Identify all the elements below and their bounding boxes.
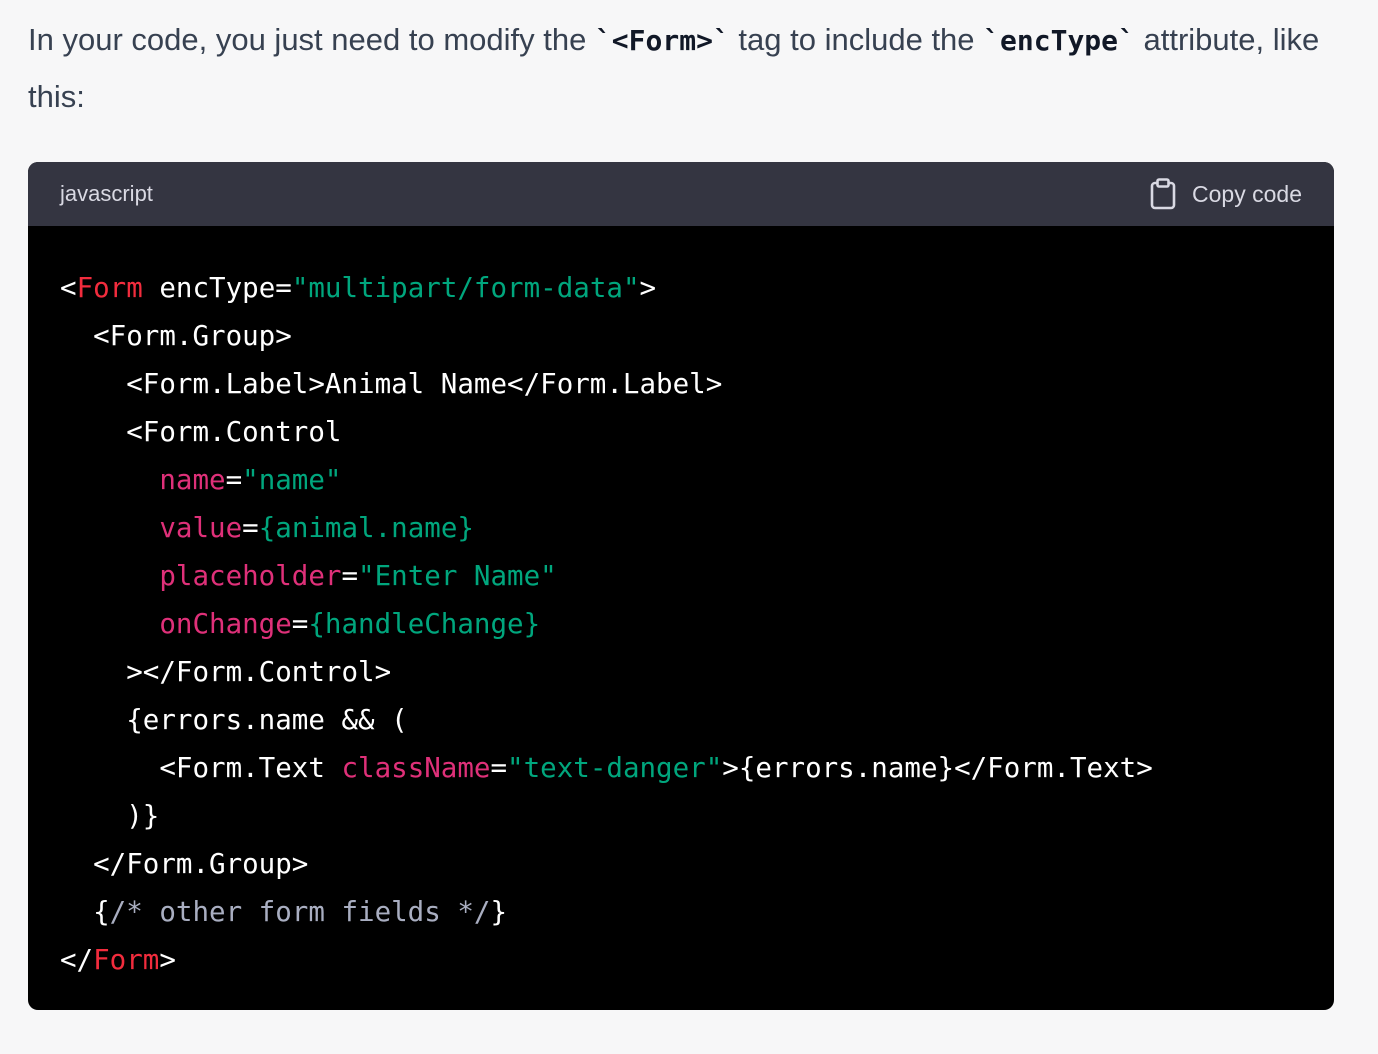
code-token-text: )} — [60, 800, 160, 832]
code-token-text: = — [291, 608, 309, 640]
code-token-attribute: value — [159, 512, 243, 544]
code-line: </Form> — [60, 936, 1334, 984]
code-language-label: javascript — [60, 181, 153, 206]
code-token-string: "name" — [242, 464, 342, 496]
code-token-string: "Enter Name" — [358, 560, 557, 592]
code-token-string: "multipart/form-data" — [291, 272, 640, 304]
message-text-1: In your code, you just need to modify th… — [28, 22, 595, 57]
code-token-text: = — [341, 560, 359, 592]
code-token-attribute: placeholder — [159, 560, 342, 592]
code-token-string: {animal.name} — [258, 512, 474, 544]
code-line: <Form.Label>Animal Name</Form.Label> — [60, 360, 1334, 408]
code-token-text: = — [490, 752, 508, 784]
code-line: {/* other form fields */} — [60, 888, 1334, 936]
code-token-text: > — [639, 272, 657, 304]
code-line: </Form.Group> — [60, 840, 1334, 888]
code-line: <Form.Group> — [60, 312, 1334, 360]
copy-code-label: Copy code — [1192, 180, 1302, 207]
code-token-comment: /* other form fields */ — [109, 896, 491, 928]
code-block-header: javascript Copy code — [28, 162, 1334, 226]
clipboard-icon — [1150, 178, 1176, 210]
code-token-text: < — [60, 272, 77, 304]
code-line: <Form.Control — [60, 408, 1334, 456]
code-token-text: encType= — [142, 272, 292, 304]
code-token-text: <Form.Label>Animal Name</Form.Label> — [60, 368, 723, 400]
code-token-text: ></Form.Control> — [60, 656, 392, 688]
code-token-text: = — [242, 512, 259, 544]
code-line: <Form encType="multipart/form-data"> — [60, 264, 1334, 312]
code-token-text: <Form.Text — [60, 752, 342, 784]
code-token-attribute: onChange — [159, 608, 292, 640]
code-line: )} — [60, 792, 1334, 840]
code-token-text: { — [60, 896, 110, 928]
code-token-keyword: Form — [76, 272, 143, 304]
code-token-string: "text-danger" — [507, 752, 723, 784]
code-line: name="name" — [60, 456, 1334, 504]
code-line: onChange={handleChange} — [60, 600, 1334, 648]
code-token-text: <Form.Group> — [60, 320, 292, 352]
code-content[interactable]: <Form encType="multipart/form-data"> <Fo… — [28, 226, 1334, 984]
code-token-string: {handleChange} — [308, 608, 541, 640]
code-token-text: </Form.Group> — [60, 848, 309, 880]
code-token-text: </ — [60, 944, 94, 976]
code-token-attribute: className — [341, 752, 491, 784]
inline-code-enctype: `encType` — [983, 24, 1135, 57]
code-token-attribute: name — [159, 464, 226, 496]
code-token-text: = — [225, 464, 243, 496]
code-token-text: <Form.Control — [60, 416, 342, 448]
code-line: <Form.Text className="text-danger">{erro… — [60, 744, 1334, 792]
code-token-text: } — [490, 896, 508, 928]
code-token-text: {errors.name && ( — [60, 704, 408, 736]
code-line: value={animal.name} — [60, 504, 1334, 552]
assistant-message-text: In your code, you just need to modify th… — [28, 12, 1348, 125]
inline-code-form: `<Form>` — [594, 24, 730, 57]
message-text-2: tag to include the — [729, 22, 984, 57]
code-block: javascript Copy code <Form encType="mult… — [28, 162, 1334, 1010]
code-line: {errors.name && ( — [60, 696, 1334, 744]
code-line: placeholder="Enter Name" — [60, 552, 1334, 600]
code-token-text: >{errors.name}</Form.Text> — [722, 752, 1153, 784]
code-token-keyword: Form — [93, 944, 160, 976]
code-token-text: > — [159, 944, 176, 976]
code-line: ></Form.Control> — [60, 648, 1334, 696]
copy-code-button[interactable]: Copy code — [1150, 178, 1302, 210]
